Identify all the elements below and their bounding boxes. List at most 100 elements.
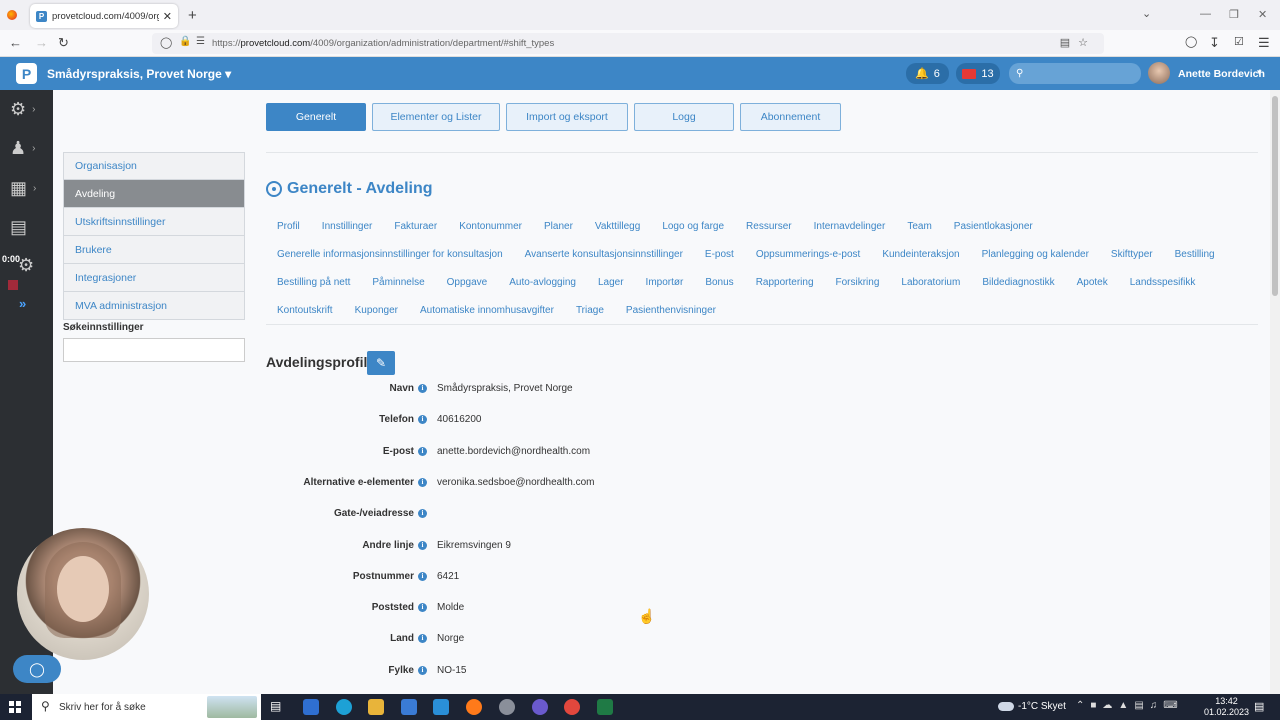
subnav-link[interactable]: Fakturaer	[383, 221, 448, 232]
reload-icon[interactable]: ↻	[58, 35, 69, 51]
url-bar[interactable]: ◯ 🔒 ☰ https://provetcloud.com/4009/organ…	[152, 33, 1104, 54]
rail-item-dashboard[interactable]: ⚙ ›	[10, 96, 44, 122]
subnav-link[interactable]: Kundeinteraksjon	[871, 249, 970, 260]
subnav-link[interactable]: Landsspesifikk	[1119, 277, 1207, 288]
reader-bookmark-icons[interactable]: ▤☆	[1060, 36, 1096, 49]
notifications-button[interactable]: 🔔 6	[906, 63, 949, 84]
subnav-link[interactable]: Innstillinger	[311, 221, 384, 232]
extensions-icon[interactable]: ☑	[1234, 35, 1244, 48]
rail-item-clients[interactable]: ♟ ›	[10, 135, 44, 161]
subnav-link[interactable]: Laboratorium	[890, 277, 971, 288]
department-selector[interactable]: Smådyrspraksis, Provet Norge ▾	[47, 67, 231, 81]
subnav-link[interactable]: Team	[896, 221, 942, 232]
chrome-profile-icon[interactable]	[499, 699, 515, 715]
rail-item-calendar[interactable]: ▦ ›	[10, 175, 44, 201]
info-icon[interactable]: i	[418, 571, 427, 581]
subnav-link[interactable]: Planlegging og kalender	[971, 249, 1100, 260]
subnav-link[interactable]: Pasientlokasjoner	[943, 221, 1044, 232]
subnav-link[interactable]: Triage	[565, 305, 615, 316]
weather-widget[interactable]: -1°C Skyet	[998, 701, 1066, 712]
subnav-link[interactable]: Auto-avlogging	[498, 277, 587, 288]
subnav-link[interactable]: Planer	[533, 221, 584, 232]
subnav-link[interactable]: Automatiske innomhusavgifter	[409, 305, 565, 316]
excel-icon[interactable]	[597, 699, 613, 715]
tab-import-og-eksport[interactable]: Import og eksport	[506, 103, 628, 131]
subnav-link[interactable]: Bildediagnostikk	[971, 277, 1065, 288]
subnav-link[interactable]: E-post	[694, 249, 745, 260]
header-search-input[interactable]: ⚲	[1009, 63, 1141, 84]
action-center-icon[interactable]: ▤	[1254, 700, 1264, 713]
tracking-shield-icon[interactable]: ◯	[160, 36, 172, 49]
subnav-link[interactable]: Generelle informasjonsinnstillinger for …	[266, 249, 514, 260]
task-view-icon[interactable]: ▤	[270, 699, 286, 715]
scrollbar-thumb[interactable]	[1272, 96, 1278, 296]
user-menu-caret-icon[interactable]: ▾	[1257, 67, 1262, 78]
sidebar-item-utskriftsinnstillinger[interactable]: Utskriftsinnstillinger	[63, 208, 245, 236]
subnav-link[interactable]: Profil	[266, 221, 311, 232]
timer-display[interactable]: 0:00	[2, 254, 20, 264]
back-icon[interactable]: ←	[9, 35, 22, 50]
info-icon[interactable]: i	[418, 414, 427, 424]
forward-icon[interactable]: →	[35, 35, 48, 50]
sidebar-item-avdeling[interactable]: Avdeling	[63, 180, 245, 208]
sidebar-item-mva-administrasjon[interactable]: MVA administrasjon	[63, 292, 245, 320]
subnav-link[interactable]: Avanserte konsultasjonsinnstillinger	[514, 249, 694, 260]
subnav-link[interactable]: Kontoutskrift	[266, 305, 344, 316]
list-tabs-icon[interactable]: ⌄	[1142, 7, 1151, 20]
subnav-link[interactable]: Bestilling på nett	[266, 277, 361, 288]
store-icon[interactable]	[401, 699, 417, 715]
subnav-link[interactable]: Rapportering	[745, 277, 825, 288]
close-tab-icon[interactable]: ✕	[163, 10, 172, 23]
browser-tab[interactable]: P provetcloud.com/4009/organiz ✕	[30, 4, 178, 28]
tab-generelt[interactable]: Generelt	[266, 103, 366, 131]
info-icon[interactable]: i	[418, 602, 427, 612]
file-explorer-icon[interactable]	[368, 699, 384, 715]
sidebar-item-brukere[interactable]: Brukere	[63, 236, 245, 264]
system-tray-icons[interactable]: ⌃■☁▲▤♫⌨	[1076, 700, 1184, 711]
chat-button[interactable]: ◯	[13, 655, 61, 683]
info-icon[interactable]: i	[418, 665, 427, 675]
user-name[interactable]: Anette Bordevich	[1178, 68, 1265, 80]
lock-icon[interactable]: 🔒	[179, 36, 191, 47]
mail-app-icon[interactable]	[433, 699, 449, 715]
info-icon[interactable]: i	[418, 477, 427, 487]
lync-app-icon[interactable]	[303, 699, 319, 715]
info-icon[interactable]: i	[418, 383, 427, 393]
provet-logo-icon[interactable]: P	[16, 63, 37, 84]
subnav-link[interactable]: Ressurser	[735, 221, 803, 232]
minimize-icon[interactable]: —	[1200, 8, 1211, 20]
menu-icon[interactable]: ☰	[1258, 35, 1270, 51]
downloads-icon[interactable]: ↧	[1209, 35, 1220, 51]
subnav-link[interactable]: Logo og farge	[651, 221, 735, 232]
settings-app-icon[interactable]	[532, 699, 548, 715]
tab-abonnement[interactable]: Abonnement	[740, 103, 841, 131]
subnav-link[interactable]: Kuponger	[344, 305, 409, 316]
close-window-icon[interactable]: ✕	[1258, 8, 1267, 21]
edit-profile-button[interactable]: ✎	[367, 351, 395, 375]
sidebar-item-organisasjon[interactable]: Organisasjon	[63, 152, 245, 180]
new-tab-button[interactable]: +	[188, 7, 197, 24]
search-settings-input[interactable]	[63, 338, 245, 362]
subnav-link[interactable]: Forsikring	[825, 277, 891, 288]
subnav-link[interactable]: Oppgave	[436, 277, 499, 288]
subnav-link[interactable]: Vakttillegg	[584, 221, 651, 232]
subnav-link[interactable]: Oppsummerings-e-post	[745, 249, 871, 260]
rail-item-settings[interactable]: ⚙	[18, 252, 52, 278]
clock[interactable]: 13:42 01.02.2023	[1204, 696, 1249, 718]
subnav-link[interactable]: Lager	[587, 277, 635, 288]
chrome-icon[interactable]	[564, 699, 580, 715]
tab-elementer-og-lister[interactable]: Elementer og Lister	[372, 103, 500, 131]
rail-item-reports[interactable]: ▤	[10, 214, 44, 240]
subnav-link[interactable]: Bonus	[694, 277, 744, 288]
info-icon[interactable]: i	[418, 446, 427, 456]
firefox-taskbar-icon[interactable]	[466, 699, 482, 715]
subnav-link[interactable]: Skifttyper	[1100, 249, 1164, 260]
subnav-link[interactable]: Pasienthenvisninger	[615, 305, 727, 316]
taskbar-search-input[interactable]: ⚲ Skriv her for å søke	[32, 694, 261, 720]
info-icon[interactable]: i	[418, 540, 427, 550]
subnav-link[interactable]: Bestilling	[1164, 249, 1226, 260]
expand-rail-icon[interactable]: »	[19, 296, 26, 311]
info-icon[interactable]: i	[418, 633, 427, 643]
info-icon[interactable]: i	[418, 508, 427, 518]
avatar[interactable]	[1148, 62, 1170, 84]
